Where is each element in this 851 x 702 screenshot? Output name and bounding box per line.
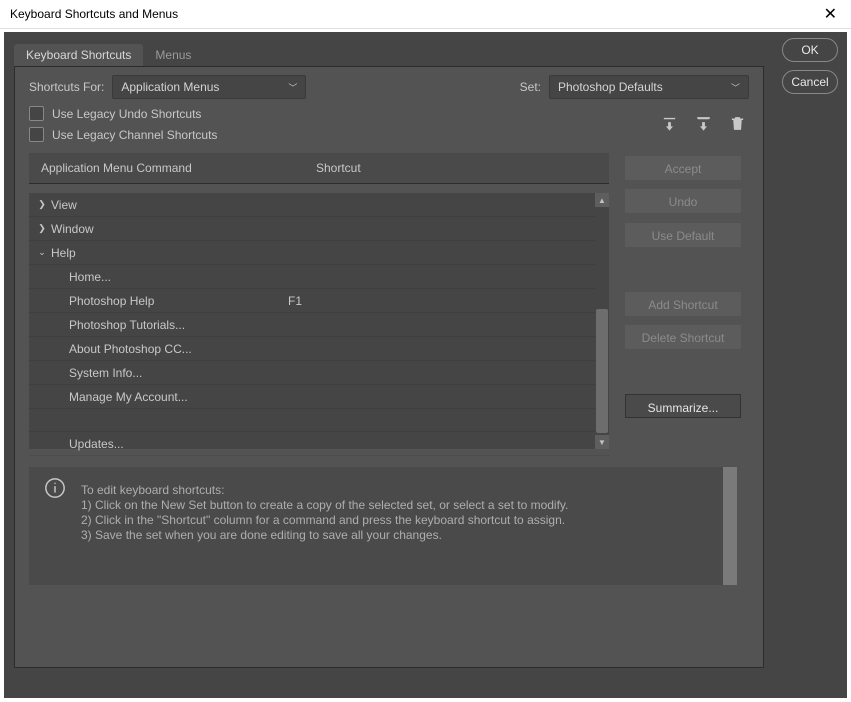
tree-help-sysinfo[interactable]: System Info... (29, 361, 609, 385)
legacy-channel-checkbox[interactable] (29, 127, 44, 142)
scroll-down-icon[interactable]: ▼ (595, 435, 609, 449)
legacy-undo-checkbox[interactable] (29, 106, 44, 121)
title-bar: Keyboard Shortcuts and Menus ✕ (0, 0, 851, 29)
chevron-down-icon: ﹀ (288, 81, 297, 94)
tree-help-tutorials[interactable]: Photoshop Tutorials... (29, 313, 609, 337)
shortcuts-for-label: Shortcuts For: (29, 80, 104, 94)
tree-help[interactable]: ⌄ Help (29, 241, 609, 265)
new-set-icon[interactable] (659, 113, 679, 133)
col-command: Application Menu Command (41, 161, 316, 175)
scroll-up-icon[interactable]: ▲ (595, 193, 609, 207)
col-shortcut: Shortcut (316, 161, 361, 175)
tree-window[interactable]: ❯ Window (29, 217, 609, 241)
info-line-2: 2) Click in the "Shortcut" column for a … (81, 513, 713, 528)
commands-header: Application Menu Command Shortcut (29, 153, 609, 184)
tree-help-account[interactable]: Manage My Account... (29, 385, 609, 409)
tree-help-about[interactable]: About Photoshop CC... (29, 337, 609, 361)
legacy-channel-label: Use Legacy Channel Shortcuts (52, 128, 217, 142)
cancel-button[interactable]: Cancel (782, 70, 838, 94)
legacy-undo-row: Use Legacy Undo Shortcuts (15, 103, 763, 124)
save-set-icon[interactable] (693, 113, 713, 133)
chevron-right-icon: ❯ (33, 223, 51, 234)
set-select[interactable]: Photoshop Defaults ﹀ (549, 75, 749, 99)
use-default-button[interactable]: Use Default (625, 223, 741, 247)
window-title: Keyboard Shortcuts and Menus (10, 7, 820, 21)
dialog-buttons: OK Cancel (777, 38, 843, 102)
tree-separator (29, 409, 609, 432)
chevron-down-icon: ⌄ (33, 247, 51, 258)
set-value: Photoshop Defaults (558, 80, 663, 94)
info-box: To edit keyboard shortcuts: 1) Click on … (29, 467, 737, 585)
set-label: Set: (520, 80, 541, 94)
delete-shortcut-button[interactable]: Delete Shortcut (625, 325, 741, 349)
panel-body: Shortcuts For: Application Menus ﹀ Set: … (14, 66, 764, 668)
info-line-1: 1) Click on the New Set button to create… (81, 498, 713, 513)
set-icons (659, 113, 747, 133)
ok-button[interactable]: OK (782, 38, 838, 62)
tab-menus[interactable]: Menus (143, 44, 203, 66)
accept-button[interactable]: Accept (625, 156, 741, 180)
tabs: Keyboard Shortcuts Menus (14, 44, 764, 66)
tree-help-photoshop-help[interactable]: Photoshop Help F1 (29, 289, 609, 313)
tree-view[interactable]: ❯ View (29, 193, 609, 217)
chevron-down-icon: ﹀ (731, 81, 740, 94)
close-icon[interactable]: ✕ (820, 2, 841, 26)
tree-help-updates[interactable]: Updates... (29, 432, 609, 456)
shortcuts-for-value: Application Menus (121, 80, 219, 94)
dialog-body: OK Cancel Keyboard Shortcuts Menus Short… (4, 32, 847, 698)
commands-list[interactable]: ❯ View ❯ Window ⌄ Help Home... (29, 193, 609, 449)
main-panel: Keyboard Shortcuts Menus Shortcuts For: … (14, 44, 764, 674)
chevron-right-icon: ❯ (33, 199, 51, 210)
delete-set-icon[interactable] (727, 113, 747, 133)
scroll-thumb[interactable] (596, 309, 608, 433)
summarize-button[interactable]: Summarize... (625, 394, 741, 418)
legacy-undo-label: Use Legacy Undo Shortcuts (52, 107, 201, 121)
commands-area: Application Menu Command Shortcut ❯ View… (29, 153, 609, 453)
info-line-0: To edit keyboard shortcuts: (81, 483, 713, 498)
tree-help-home[interactable]: Home... (29, 265, 609, 289)
info-icon (29, 467, 81, 585)
commands-scrollbar[interactable]: ▲ ▼ (595, 193, 609, 449)
legacy-channel-row: Use Legacy Channel Shortcuts (15, 124, 763, 145)
info-text: To edit keyboard shortcuts: 1) Click on … (81, 467, 723, 585)
add-shortcut-button[interactable]: Add Shortcut (625, 292, 741, 316)
tab-keyboard-shortcuts[interactable]: Keyboard Shortcuts (14, 44, 143, 66)
info-scrollbar[interactable] (723, 467, 737, 585)
undo-button[interactable]: Undo (625, 189, 741, 213)
top-row: Shortcuts For: Application Menus ﹀ Set: … (15, 67, 763, 103)
info-line-3: 3) Save the set when you are done editin… (81, 528, 713, 543)
shortcuts-for-select[interactable]: Application Menus ﹀ (112, 75, 306, 99)
